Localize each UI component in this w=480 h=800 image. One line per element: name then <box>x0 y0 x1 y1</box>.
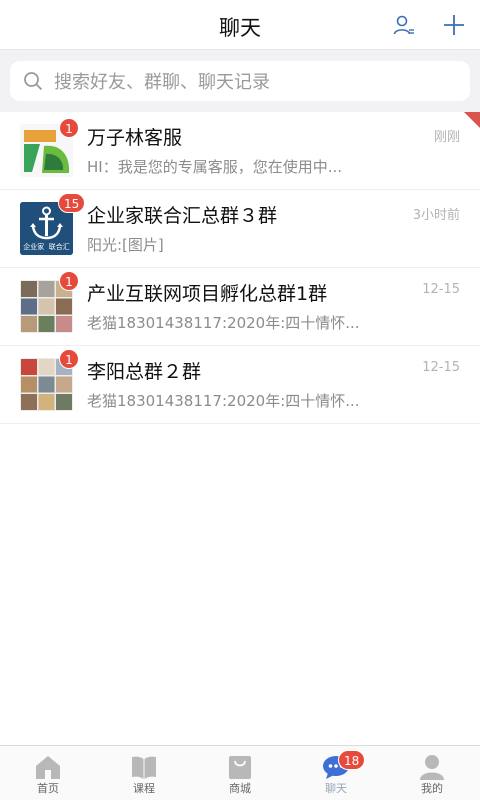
book-icon <box>130 754 158 780</box>
top-nav-bar: 聊天 <box>0 0 480 50</box>
shop-bag-icon <box>226 754 254 780</box>
bottom-tab-bar: 首页 课程 商城 18 聊天 我的 <box>0 745 480 800</box>
chat-list: 1 万子林客服 HI：我是您的专属客服，您在使用中... 刚刚 企业家 联合汇 … <box>0 112 480 424</box>
search-icon <box>22 70 44 92</box>
tab-label: 课程 <box>133 782 155 795</box>
chat-preview: HI：我是您的专属客服，您在使用中... <box>87 158 343 176</box>
chat-preview: 老猫18301438117:2020年:四十情怀... <box>87 314 360 332</box>
chat-preview: 老猫18301438117:2020年:四十情怀... <box>87 392 360 410</box>
chat-name: 万子林客服 <box>87 127 183 149</box>
unread-badge: 1 <box>59 271 79 291</box>
pinned-corner-marker <box>464 112 480 128</box>
unread-badge: 15 <box>58 193 86 213</box>
chat-row-entrepreneur-group[interactable]: 企业家 联合汇 15 企业家联合汇总群３群 阳光:[图片] 3小时前 <box>0 190 480 268</box>
tab-label: 聊天 <box>325 782 347 795</box>
chat-name: 企业家联合汇总群３群 <box>87 205 278 227</box>
tab-label: 我的 <box>421 782 443 795</box>
home-icon <box>34 754 62 780</box>
contacts-icon[interactable] <box>390 11 418 39</box>
chat-name: 李阳总群２群 <box>87 361 202 383</box>
tab-shop[interactable]: 商城 <box>192 746 288 800</box>
profile-icon <box>418 754 446 780</box>
search-placeholder: 搜索好友、群聊、聊天记录 <box>54 72 270 93</box>
chat-row-customer-service[interactable]: 1 万子林客服 HI：我是您的专属客服，您在使用中... 刚刚 <box>0 112 480 190</box>
chat-unread-badge: 18 <box>338 750 366 770</box>
tab-home[interactable]: 首页 <box>0 746 96 800</box>
tab-course[interactable]: 课程 <box>96 746 192 800</box>
tab-label: 商城 <box>229 782 251 795</box>
avatar-caption: 企业家 联合汇 <box>23 243 70 251</box>
tab-label: 首页 <box>37 782 59 795</box>
search-area: 搜索好友、群聊、聊天记录 <box>0 50 480 112</box>
search-input[interactable]: 搜索好友、群聊、聊天记录 <box>10 61 470 101</box>
tab-chat[interactable]: 18 聊天 <box>288 746 384 800</box>
chat-time: 12-15 <box>422 360 460 375</box>
chat-row-industry-group[interactable]: 1 产业互联网项目孵化总群1群 老猫18301438117:2020年:四十情怀… <box>0 268 480 346</box>
unread-badge: 1 <box>59 349 79 369</box>
chat-time: 3小时前 <box>412 208 460 223</box>
add-plus-icon[interactable] <box>440 11 468 39</box>
tab-mine[interactable]: 我的 <box>384 746 480 800</box>
unread-badge: 1 <box>59 118 79 138</box>
chat-preview: 阳光:[图片] <box>87 236 164 254</box>
chat-row-liyang-group[interactable]: 1 李阳总群２群 老猫18301438117:2020年:四十情怀... 12-… <box>0 346 480 424</box>
chat-time: 12-15 <box>422 282 460 297</box>
chat-name: 产业互联网项目孵化总群1群 <box>87 283 328 305</box>
chat-time: 刚刚 <box>433 130 460 145</box>
